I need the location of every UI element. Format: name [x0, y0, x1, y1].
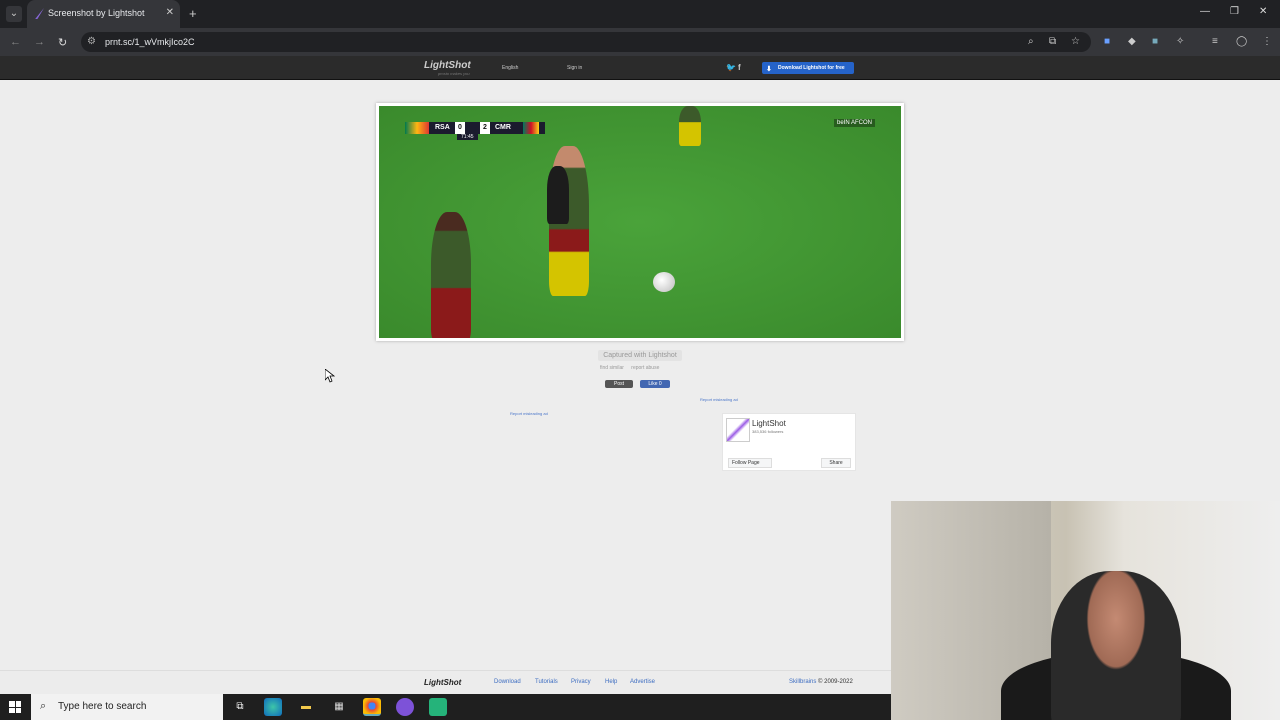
lightshot-favicon-icon	[35, 8, 44, 19]
reload-icon[interactable]: ↻	[58, 36, 67, 49]
facebook-icon[interactable]: f	[738, 63, 741, 72]
windows-start-icon[interactable]	[9, 701, 21, 713]
extensions-puzzle-icon[interactable]: ✧	[1176, 36, 1184, 47]
taskbar-search[interactable]: ⌕ Type here to search	[31, 694, 223, 720]
lightshot-extension-icon[interactable]: ■	[1152, 36, 1158, 47]
share-button[interactable]: Share	[821, 458, 851, 468]
post-button[interactable]: Post	[605, 380, 633, 388]
webcam-overlay	[891, 501, 1280, 720]
report-abuse-link[interactable]: report abuse	[631, 365, 659, 371]
team1-score: 0	[455, 122, 465, 134]
edge-icon[interactable]	[264, 698, 282, 716]
player-top	[679, 106, 701, 146]
share-label: Share	[829, 460, 843, 466]
team2-code: CMR	[495, 124, 511, 131]
held-shirt	[547, 166, 569, 224]
team2-score: 2	[480, 122, 490, 134]
app-purple-icon[interactable]	[396, 698, 414, 716]
footer-tutorials-link[interactable]: Tutorials	[535, 679, 558, 685]
omnibox[interactable]: ⚙ prnt.sc/1_wVmkjIco2C	[81, 32, 1091, 52]
back-icon[interactable]: ←	[10, 36, 21, 48]
lightshot-logo[interactable]: LightShot prosto makes you	[424, 60, 471, 76]
browser-tab-bar: ⌄ Screenshot by Lightshot ✕ + — ❐ ✕	[0, 0, 1280, 28]
app-green-icon[interactable]	[429, 698, 447, 716]
follow-page-button[interactable]: Follow Page	[728, 458, 772, 468]
task-view-icon[interactable]: ⧉	[231, 698, 249, 716]
footer-copyright: Skillbrains © 2009-2022	[789, 679, 853, 685]
footer-logo[interactable]: LightShot	[424, 678, 461, 687]
screenshot-image[interactable]: RSA 0 2 CMR 71:45 beIN AFCON	[379, 106, 901, 338]
reading-list-icon[interactable]: ≡	[1212, 36, 1218, 47]
lightshot-tagline: prosto makes you	[438, 71, 470, 76]
translate-extension-icon[interactable]: ■	[1104, 36, 1110, 47]
tab-close-icon[interactable]: ✕	[166, 7, 174, 18]
like-button[interactable]: Like 0	[640, 380, 670, 388]
chrome-icon[interactable]	[363, 698, 381, 716]
report-ad-link-left[interactable]: Report misleading ad	[510, 411, 548, 416]
channel-logo: beIN AFCON	[833, 119, 875, 127]
language-select[interactable]: English	[502, 65, 518, 71]
skillbrains-link[interactable]: Skillbrains	[789, 679, 816, 685]
copyright-years: © 2009-2022	[818, 679, 853, 685]
minimize-icon[interactable]: —	[1200, 6, 1210, 17]
scorebug: RSA 0 2 CMR	[405, 122, 545, 134]
store-icon[interactable]: ▦	[330, 698, 348, 716]
team1-code: RSA	[435, 124, 450, 131]
south-africa-flag-icon	[405, 122, 429, 134]
download-button-label: Download Lightshot for free	[778, 65, 845, 71]
sign-in-link[interactable]: Sign in	[567, 65, 582, 71]
tab-screenshot[interactable]: Screenshot by Lightshot ✕	[27, 0, 180, 28]
address-toolbar: ← → ↻ ⚙ prnt.sc/1_wVmkjIco2C ⌕ ⧉ ☆ ■ ◆ ■…	[0, 28, 1280, 56]
fb-page-name[interactable]: LightShot	[752, 419, 786, 428]
screenshot-frame: RSA 0 2 CMR 71:45 beIN AFCON	[376, 103, 904, 341]
lightshot-page-logo[interactable]	[726, 418, 750, 442]
new-tab-icon[interactable]: +	[189, 6, 197, 21]
footer-download-link[interactable]: Download	[494, 679, 521, 685]
player-left	[431, 212, 471, 338]
find-similar-link[interactable]: find similar	[600, 365, 624, 371]
webcam-person	[1051, 571, 1181, 720]
lightshot-logo-text: LightShot	[424, 60, 471, 71]
search-icon: ⌕	[40, 700, 47, 712]
browser-menu-icon[interactable]: ⋮	[1262, 36, 1272, 47]
footer-help-link[interactable]: Help	[605, 679, 617, 685]
report-ad-link[interactable]: Report misleading ad	[700, 397, 738, 402]
match-clock: 71:45	[457, 134, 478, 140]
image-actions: find similar report abuse	[600, 365, 665, 371]
extension-icon[interactable]: ◆	[1128, 36, 1136, 47]
follow-page-label: Follow Page	[732, 460, 760, 466]
lightshot-header: LightShot prosto makes you English Sign …	[0, 56, 1280, 80]
captured-caption: Captured with Lightshot	[598, 350, 682, 361]
footer-privacy-link[interactable]: Privacy	[571, 679, 591, 685]
site-info-icon[interactable]: ⚙	[87, 36, 96, 47]
search-placeholder: Type here to search	[58, 701, 147, 712]
install-app-icon[interactable]: ⧉	[1049, 36, 1056, 47]
mouse-cursor-icon	[325, 369, 335, 383]
footer-advertise-link[interactable]: Advertise	[630, 679, 655, 685]
football	[653, 272, 675, 292]
restore-icon[interactable]: ❐	[1230, 6, 1239, 17]
close-window-icon[interactable]: ✕	[1259, 6, 1267, 17]
bookmark-star-icon[interactable]: ☆	[1071, 36, 1080, 47]
tab-search-icon[interactable]: ⌄	[6, 6, 22, 22]
cameroon-flag-icon	[523, 122, 539, 134]
forward-icon[interactable]: →	[34, 36, 45, 48]
zoom-icon[interactable]: ⌕	[1028, 36, 1034, 47]
tab-title: Screenshot by Lightshot	[48, 8, 145, 18]
facebook-page-widget: LightShot 383,536 followers Follow Page …	[722, 413, 856, 471]
twitter-icon[interactable]: 🐦	[726, 63, 736, 72]
url-text[interactable]: prnt.sc/1_wVmkjIco2C	[105, 37, 195, 47]
file-explorer-icon[interactable]: ▬	[297, 698, 315, 716]
download-lightshot-button[interactable]: ⬇ Download Lightshot for free	[762, 62, 854, 74]
profile-icon[interactable]: ◯	[1236, 36, 1247, 47]
download-icon: ⬇	[766, 66, 772, 73]
fb-followers: 383,536 followers	[752, 429, 784, 434]
